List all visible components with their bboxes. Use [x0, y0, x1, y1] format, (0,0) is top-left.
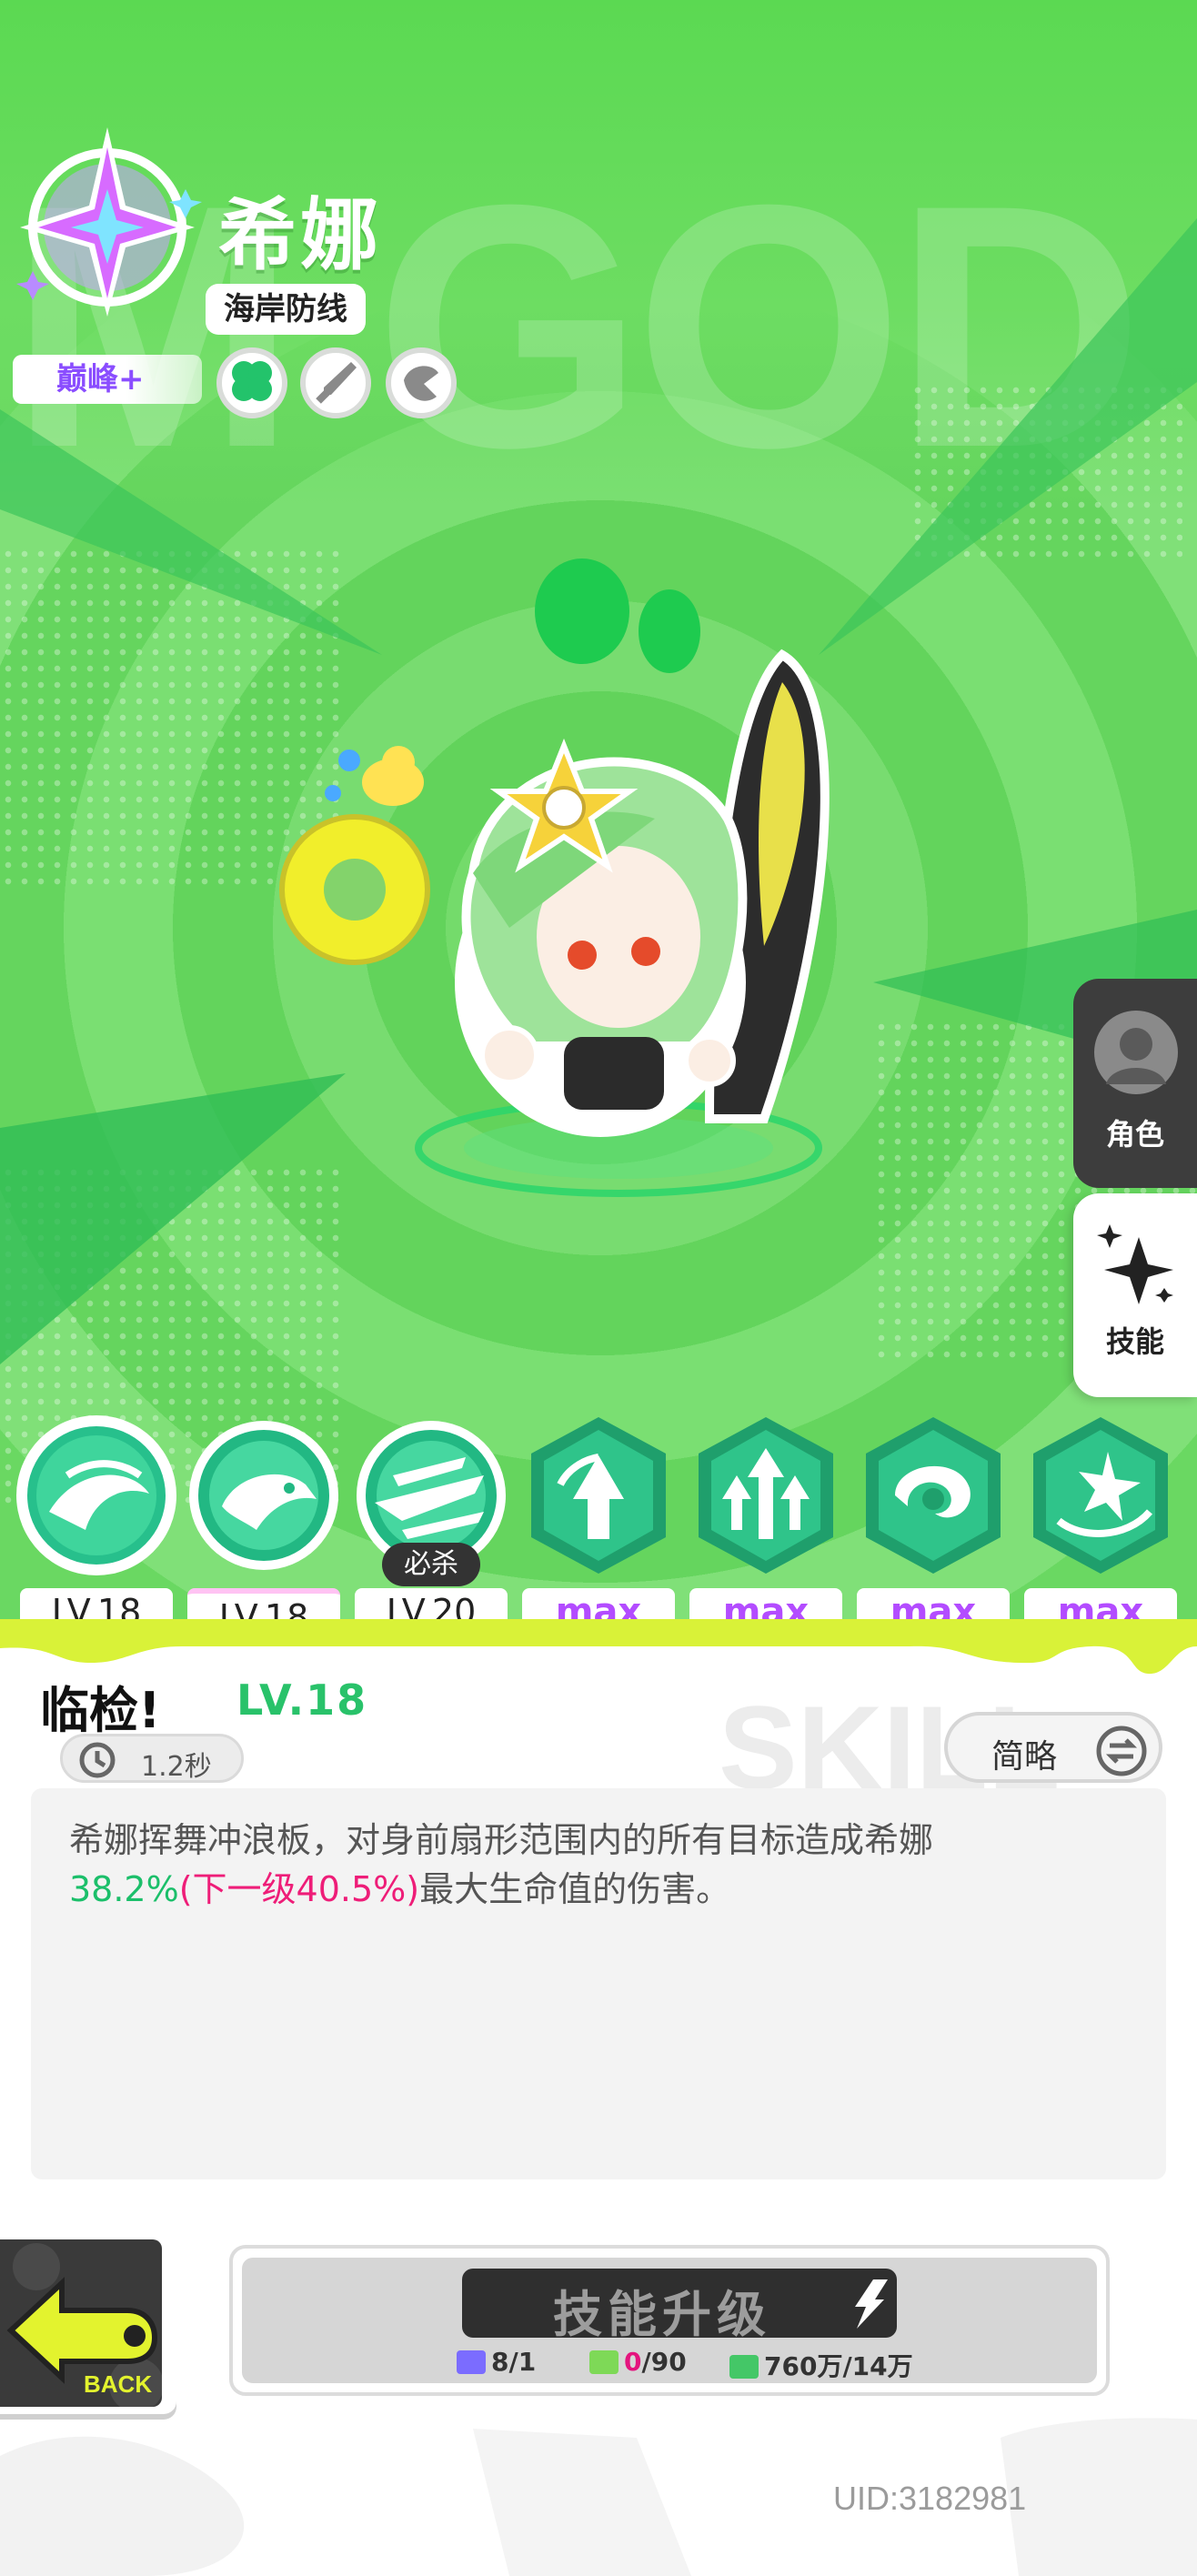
- card-icon: [457, 2350, 486, 2374]
- shark-icon: [189, 1421, 338, 1570]
- tab-role[interactable]: 角色: [1073, 979, 1197, 1188]
- back-label: BACK: [84, 2370, 152, 2398]
- skill-upgrade-label: 技能升级: [553, 2286, 771, 2343]
- skill-slot-4[interactable]: [515, 1412, 682, 1579]
- clock-icon: [79, 1742, 116, 1778]
- damage-value: 38.2%: [69, 1869, 179, 1909]
- cost-tickets: 0/90: [589, 2347, 687, 2380]
- star-swirl-icon: [1033, 1417, 1168, 1574]
- cooldown-badge: 1.2秒: [60, 1734, 244, 1783]
- clover-icon[interactable]: [216, 347, 287, 418]
- tab-role-label: 角色: [1105, 1117, 1164, 1152]
- tab-skill[interactable]: 技能: [1073, 1193, 1197, 1397]
- hero-scene: M GOD 希娜 海岸防线 巅峰+ 角色 技能: [0, 0, 1197, 1637]
- skill-description-box: 希娜挥舞冲浪板，对身前扇形范围内的所有目标造成希娜 38.2%(下一级40.5%)…: [31, 1788, 1166, 2179]
- avatar-icon: [1094, 1011, 1178, 1094]
- back-button[interactable]: BACK: [0, 2230, 176, 2414]
- hero-title-tag: 海岸防线: [206, 284, 366, 335]
- hero-name: 希娜: [218, 190, 382, 281]
- cooldown-value: 1.2秒: [141, 1751, 212, 1783]
- lightning-icon: [855, 2279, 888, 2329]
- skill-slot-5[interactable]: [682, 1412, 850, 1579]
- skill-selector: LV.18 LV.18 LV.20 max max max max: [0, 1412, 1197, 1648]
- fish-wave-icon: [16, 1415, 176, 1575]
- arrow-burst-icon: [531, 1417, 666, 1574]
- upgrade-panel-inner: 技能升级 8/1 0/90 760万/14万: [242, 2258, 1097, 2383]
- tier-badge: 巅峰+: [13, 355, 202, 404]
- side-tabs: 角色 技能: [1073, 979, 1197, 1397]
- cost-cash: 760万/14万: [729, 2347, 913, 2381]
- next-level-value: (下一级40.5%): [178, 1869, 420, 1909]
- brief-toggle-label: 简略: [991, 1738, 1058, 1776]
- skill-level: LV.18: [236, 1675, 368, 1725]
- cost-cards: 8/1: [457, 2347, 536, 2380]
- skill-slot-6[interactable]: [850, 1412, 1017, 1579]
- skill-slot-2[interactable]: [180, 1412, 347, 1579]
- leaf-emblem-icon[interactable]: [386, 347, 457, 418]
- sword-icon[interactable]: [300, 347, 371, 418]
- skill-slot-7[interactable]: [1017, 1412, 1184, 1579]
- skill-description: 希娜挥舞冲浪板，对身前扇形范围内的所有目标造成希娜 38.2%(下一级40.5%)…: [69, 1820, 934, 1909]
- brief-toggle-button[interactable]: 简略: [944, 1712, 1162, 1783]
- sparkle-star-icon: [1097, 1224, 1173, 1304]
- upgrade-panel: 技能升级 8/1 0/90 760万/14万: [229, 2245, 1110, 2396]
- slime-divider: [0, 1619, 1197, 1675]
- back-button-face: BACK: [0, 2239, 162, 2407]
- ticket-icon: [589, 2350, 619, 2374]
- skill-upgrade-button[interactable]: 技能升级: [462, 2269, 897, 2343]
- ultimate-badge: 必杀: [382, 1543, 480, 1586]
- skill-name: 临检!: [40, 1682, 161, 1739]
- swap-icon: [1096, 1726, 1147, 1776]
- rank-emblem-icon: [16, 127, 202, 317]
- user-id: UID:3182981: [833, 2480, 1027, 2517]
- back-arrow-icon: BACK: [6, 2243, 162, 2407]
- swirl-icon: [866, 1417, 1001, 1574]
- triple-arrow-icon: [699, 1417, 833, 1574]
- skill-slot-1[interactable]: [13, 1412, 180, 1579]
- tab-skill-label: 技能: [1105, 1324, 1164, 1359]
- cash-icon: [729, 2355, 759, 2379]
